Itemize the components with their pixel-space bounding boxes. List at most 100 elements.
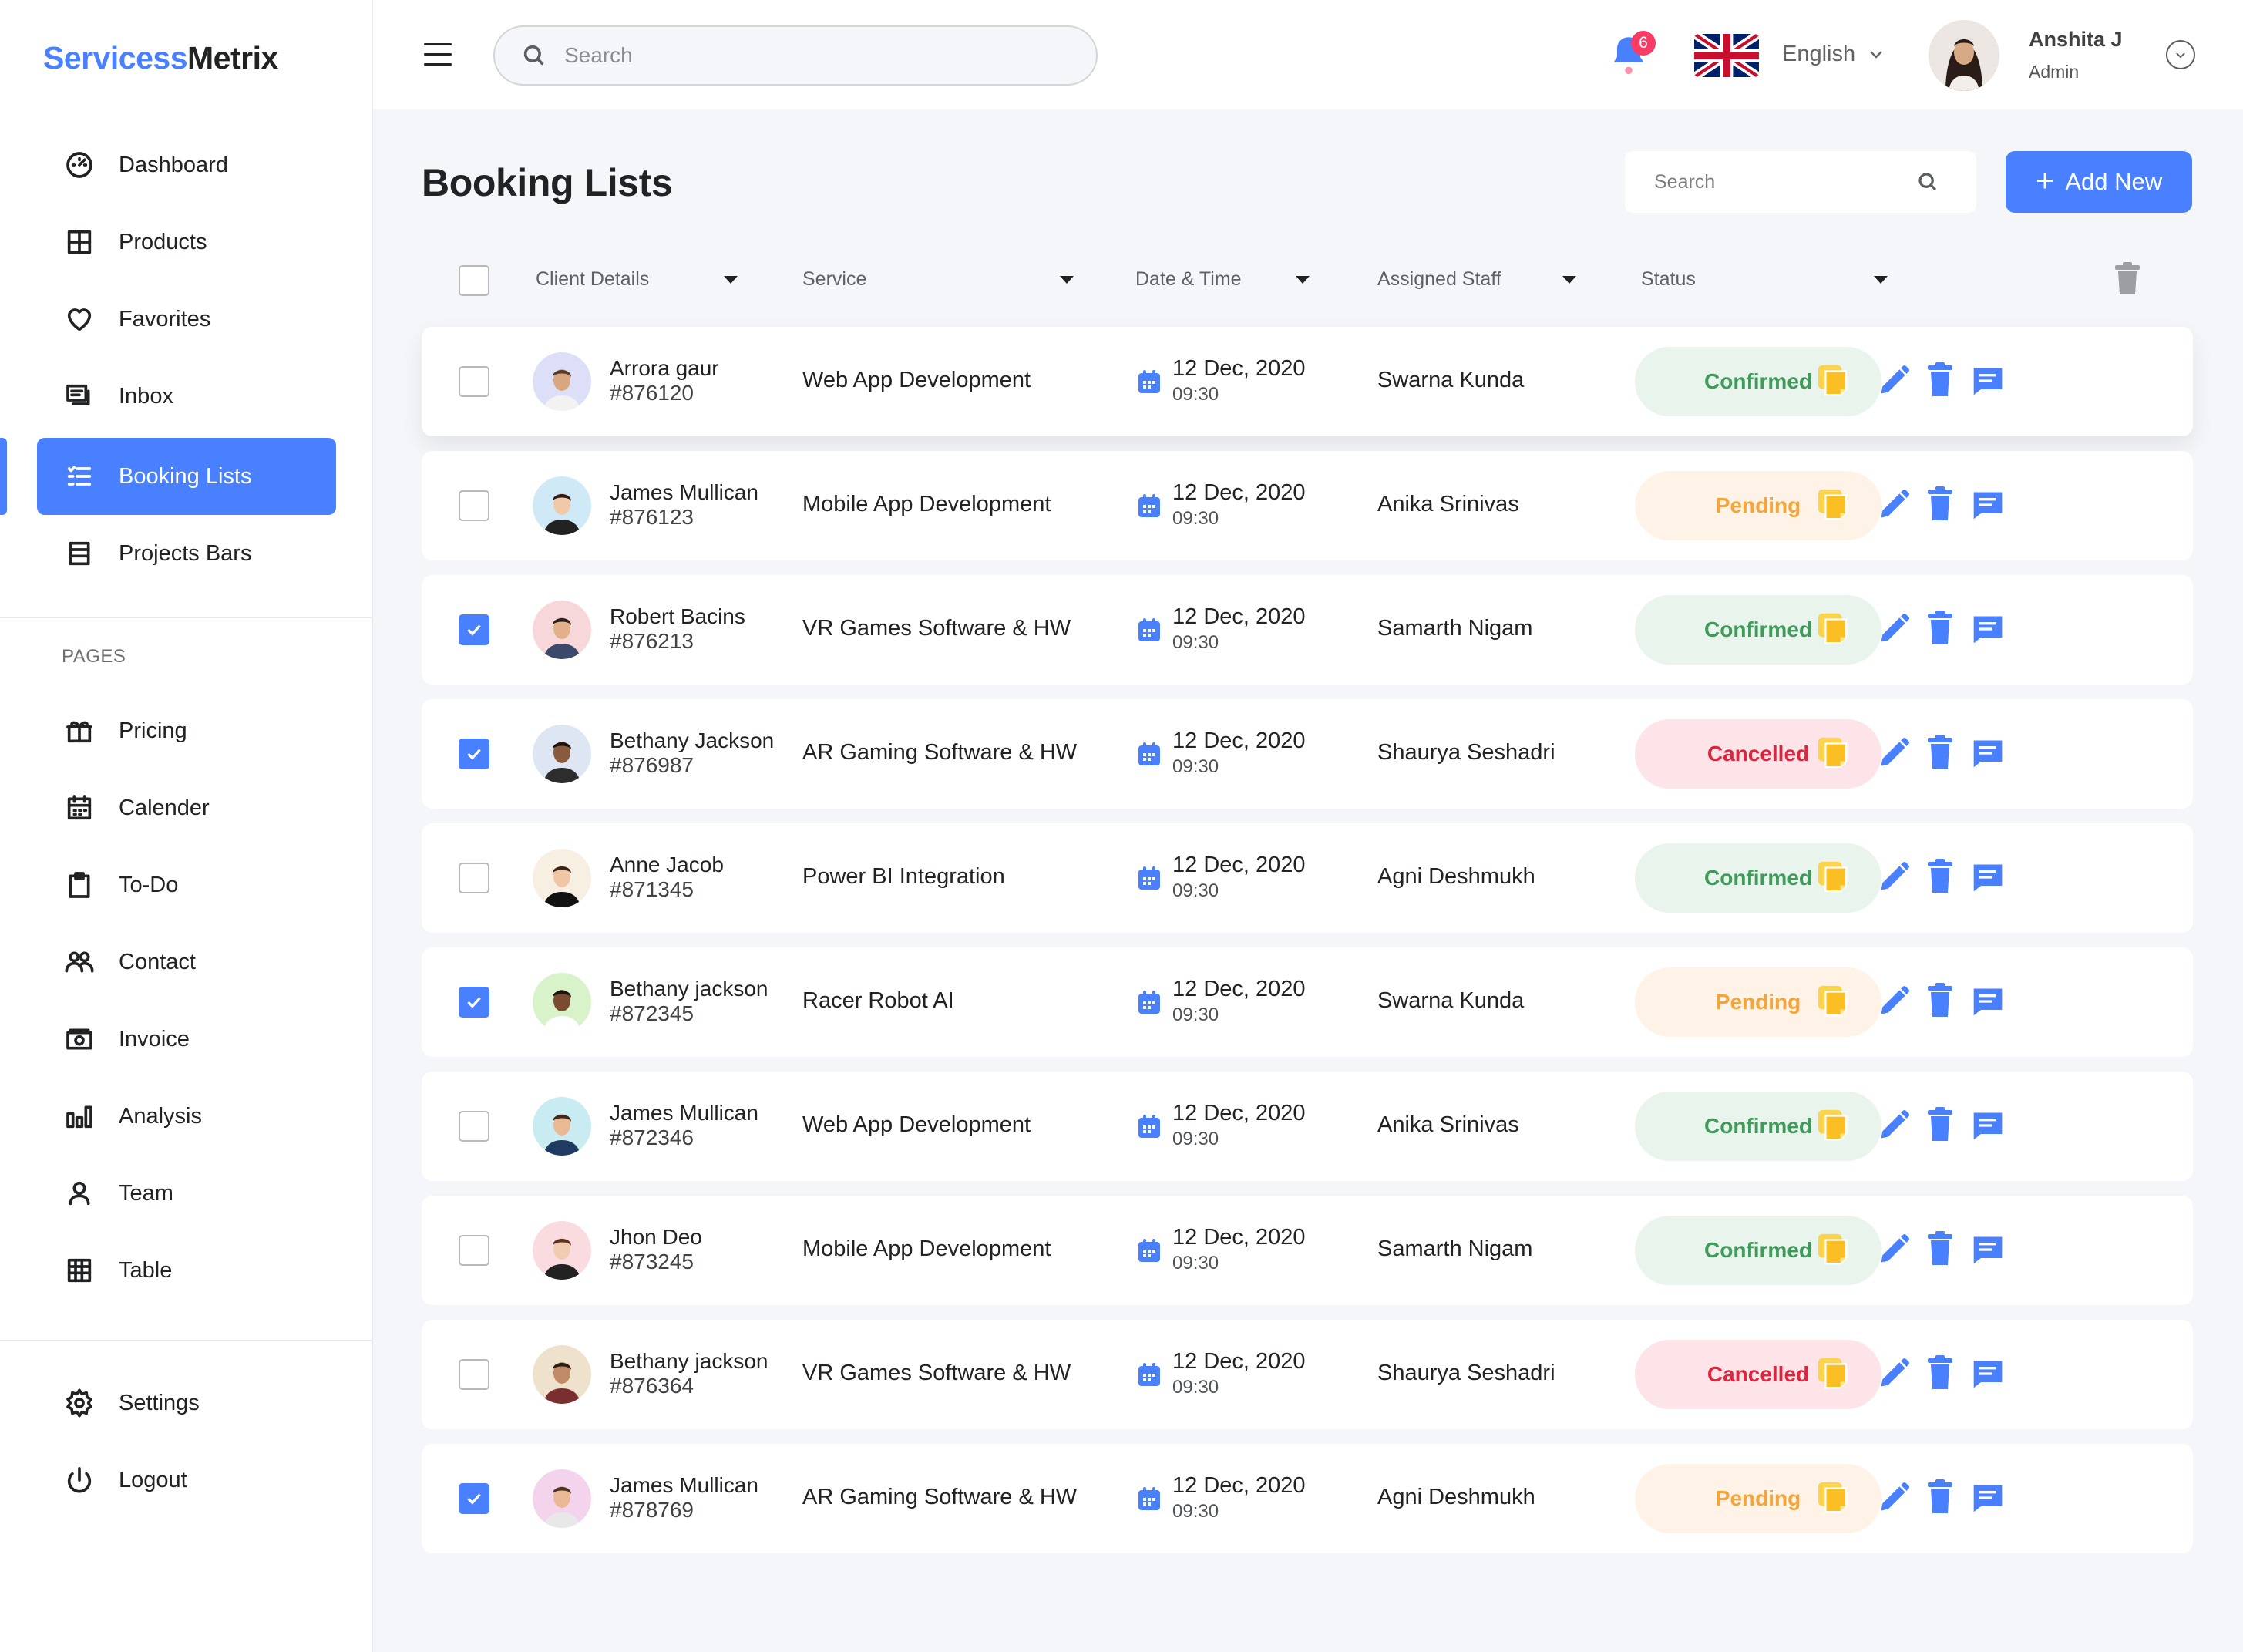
table-row[interactable]: James Mullican #878769 AR Gaming Softwar… xyxy=(422,1444,2193,1553)
row-checkbox[interactable] xyxy=(459,1483,489,1514)
edit-button[interactable] xyxy=(1877,736,1911,770)
table-row[interactable]: Jhon Deo #873245 Mobile App Development … xyxy=(422,1196,2193,1305)
sidebar-item-to-do[interactable]: To-Do xyxy=(37,846,336,924)
delete-button[interactable] xyxy=(1928,1479,1952,1513)
row-checkbox[interactable] xyxy=(459,1235,489,1266)
copy-button[interactable] xyxy=(1815,983,1851,1018)
global-search-input[interactable] xyxy=(564,43,1027,68)
copy-button[interactable] xyxy=(1815,611,1851,646)
bulk-delete-button[interactable] xyxy=(2114,262,2141,300)
message-button[interactable] xyxy=(1971,612,2005,646)
sidebar-item-logout[interactable]: Logout xyxy=(37,1442,336,1519)
message-button[interactable] xyxy=(1971,860,2005,894)
sidebar-item-pricing[interactable]: Pricing xyxy=(37,692,336,769)
row-checkbox[interactable] xyxy=(459,614,489,645)
copy-button[interactable] xyxy=(1815,1479,1851,1515)
sidebar-item-contact[interactable]: Contact xyxy=(37,924,336,1001)
sidebar-item-table[interactable]: Table xyxy=(37,1232,336,1309)
delete-button[interactable] xyxy=(1928,735,1952,769)
sidebar-item-projects-bars[interactable]: Projects Bars xyxy=(37,515,336,592)
table-row[interactable]: James Mullican #876123 Mobile App Develo… xyxy=(422,451,2193,560)
user-avatar[interactable] xyxy=(1929,20,1999,91)
list-search[interactable] xyxy=(1625,151,1976,213)
message-button[interactable] xyxy=(1971,1233,2005,1267)
copy-button[interactable] xyxy=(1815,859,1851,894)
table-row[interactable]: Anne Jacob #871345 Power BI Integration … xyxy=(422,823,2193,933)
table-row[interactable]: Bethany Jackson #876987 AR Gaming Softwa… xyxy=(422,699,2193,809)
add-new-button[interactable]: + Add New xyxy=(2006,151,2192,213)
notifications-button[interactable]: 6 xyxy=(1608,31,1656,80)
message-button[interactable] xyxy=(1971,364,2005,398)
edit-button[interactable] xyxy=(1877,1481,1911,1515)
table-row[interactable]: Robert Bacins #876213 VR Games Software … xyxy=(422,575,2193,685)
column-header-status[interactable]: Status xyxy=(1641,268,1696,291)
column-header-assigned-staff[interactable]: Assigned Staff xyxy=(1377,268,1501,291)
edit-button[interactable] xyxy=(1877,984,1911,1018)
sidebar-item-favorites[interactable]: Favorites xyxy=(37,281,336,358)
language-select[interactable]: English xyxy=(1782,42,1883,67)
global-search[interactable] xyxy=(493,25,1098,86)
edit-button[interactable] xyxy=(1877,1233,1911,1267)
column-header-date-time[interactable]: Date & Time xyxy=(1135,268,1242,291)
row-checkbox[interactable] xyxy=(459,987,489,1018)
row-checkbox[interactable] xyxy=(459,863,489,893)
copy-button[interactable] xyxy=(1815,735,1851,770)
column-header-service[interactable]: Service xyxy=(802,268,866,291)
delete-button[interactable] xyxy=(1928,1107,1952,1141)
delete-button[interactable] xyxy=(1928,486,1952,520)
row-checkbox[interactable] xyxy=(459,1111,489,1142)
row-checkbox[interactable] xyxy=(459,739,489,769)
sidebar-item-dashboard[interactable]: Dashboard xyxy=(37,126,336,204)
edit-button[interactable] xyxy=(1877,364,1911,398)
table-row[interactable]: Bethany jackson #876364 VR Games Softwar… xyxy=(422,1320,2193,1429)
message-button[interactable] xyxy=(1971,488,2005,522)
sort-client-details-icon[interactable] xyxy=(724,276,738,284)
delete-button[interactable] xyxy=(1928,1355,1952,1389)
edit-button[interactable] xyxy=(1877,1357,1911,1391)
delete-button[interactable] xyxy=(1928,611,1952,644)
row-checkbox[interactable] xyxy=(459,366,489,397)
sidebar-item-invoice[interactable]: Invoice xyxy=(37,1001,336,1078)
table-row[interactable]: James Mullican #872346 Web App Developme… xyxy=(422,1072,2193,1181)
copy-button[interactable] xyxy=(1815,362,1851,398)
brand-logo[interactable]: ServicessMetrix xyxy=(43,40,278,76)
sidebar-item-booking-lists[interactable]: Booking Lists xyxy=(37,438,336,515)
sort-status-icon[interactable] xyxy=(1874,276,1888,284)
copy-button[interactable] xyxy=(1815,1355,1851,1391)
sidebar-item-inbox[interactable]: Inbox xyxy=(37,358,336,435)
copy-button[interactable] xyxy=(1815,486,1851,522)
edit-button[interactable] xyxy=(1877,860,1911,894)
message-button[interactable] xyxy=(1971,1357,2005,1391)
message-button[interactable] xyxy=(1971,984,2005,1018)
list-search-input[interactable] xyxy=(1654,170,1916,193)
select-all-checkbox[interactable] xyxy=(459,265,489,296)
sidebar-item-products[interactable]: Products xyxy=(37,204,336,281)
copy-button[interactable] xyxy=(1815,1107,1851,1142)
delete-button[interactable] xyxy=(1928,983,1952,1017)
profile-menu-button[interactable] xyxy=(2166,40,2195,69)
delete-button[interactable] xyxy=(1928,362,1952,396)
table-row[interactable]: Bethany jackson #872345 Racer Robot AI 1… xyxy=(422,947,2193,1057)
message-button[interactable] xyxy=(1971,1481,2005,1515)
sort-staff-icon[interactable] xyxy=(1562,276,1576,284)
row-checkbox[interactable] xyxy=(459,490,489,521)
edit-button[interactable] xyxy=(1877,612,1911,646)
message-button[interactable] xyxy=(1971,1109,2005,1142)
row-checkbox[interactable] xyxy=(459,1359,489,1390)
delete-button[interactable] xyxy=(1928,1231,1952,1265)
edit-button[interactable] xyxy=(1877,1109,1911,1142)
sort-service-icon[interactable] xyxy=(1060,276,1074,284)
copy-button[interactable] xyxy=(1815,1231,1851,1267)
sidebar-item-analysis[interactable]: Analysis xyxy=(37,1078,336,1155)
sort-date-icon[interactable] xyxy=(1296,276,1310,284)
message-button[interactable] xyxy=(1971,736,2005,770)
menu-toggle-button[interactable] xyxy=(424,43,452,66)
sidebar-item-team[interactable]: Team xyxy=(37,1155,336,1232)
assigned-staff: Swarna Kunda xyxy=(1377,368,1525,392)
sidebar-item-settings[interactable]: Settings xyxy=(37,1364,336,1442)
delete-button[interactable] xyxy=(1928,859,1952,893)
edit-button[interactable] xyxy=(1877,488,1911,522)
column-header-client-details[interactable]: Client Details xyxy=(536,268,649,291)
table-row[interactable]: Arrora gaur #876120 Web App Development … xyxy=(422,327,2193,436)
sidebar-item-calender[interactable]: Calender xyxy=(37,769,336,846)
